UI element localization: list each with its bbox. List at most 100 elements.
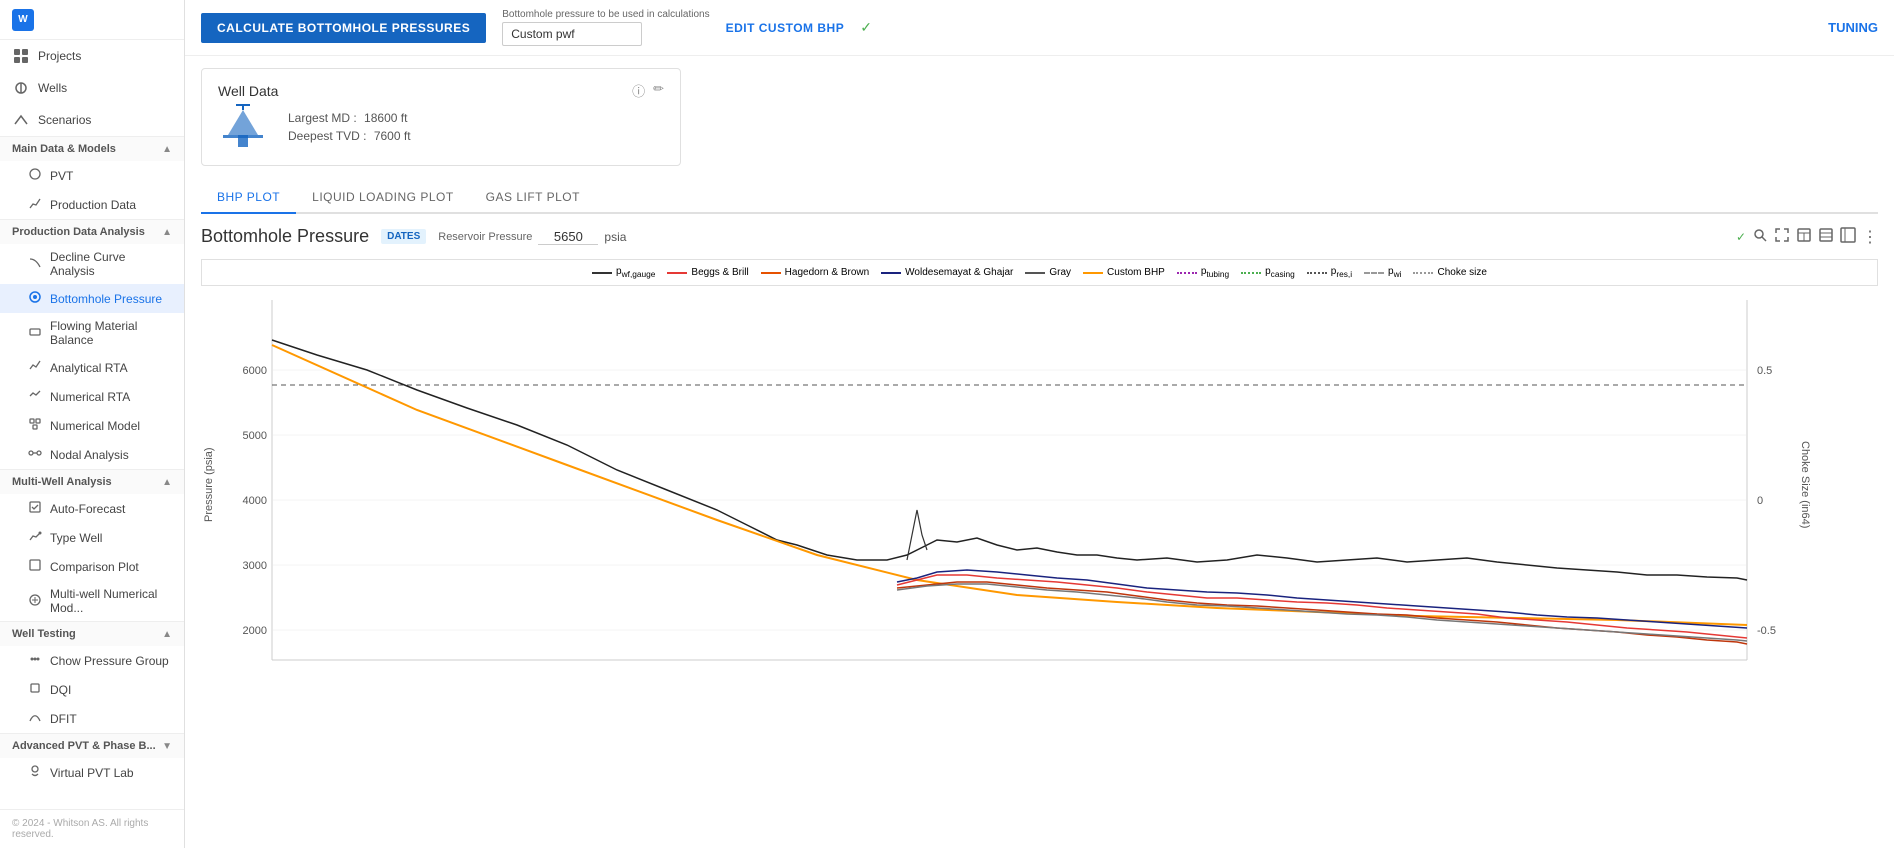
- svg-text:0.5: 0.5: [1757, 365, 1772, 377]
- sidebar-item-pvt[interactable]: PVT: [0, 161, 184, 190]
- line-spike: [907, 510, 927, 560]
- bhp-select-label: Bottomhole pressure to be used in calcul…: [502, 9, 709, 20]
- expand-icon[interactable]: [1840, 227, 1856, 246]
- sidebar-item-production-data[interactable]: Production Data: [0, 190, 184, 219]
- sidebar-item-bottomhole-pressure[interactable]: Bottomhole Pressure: [0, 284, 184, 313]
- tab-bhp-plot[interactable]: BHP PLOT: [201, 182, 296, 214]
- sidebar-item-chow-pressure[interactable]: Chow Pressure Group: [0, 646, 184, 675]
- zoom-icon[interactable]: [1752, 227, 1768, 246]
- scenarios-icon: [12, 111, 30, 129]
- chart-toolbar: ✓ ⋮: [1736, 227, 1878, 247]
- tab-gas-lift-plot[interactable]: GAS LIFT PLOT: [470, 182, 596, 214]
- svg-text:2000: 2000: [243, 625, 267, 637]
- well-pump-icon: [218, 100, 268, 153]
- sidebar-item-flowing-material-balance[interactable]: Flowing Material Balance: [0, 313, 184, 353]
- sidebar-item-numerical-model[interactable]: Numerical Model: [0, 411, 184, 440]
- nodal-analysis-icon: [28, 446, 42, 463]
- auto-forecast-icon: [28, 500, 42, 517]
- well-testing-section-header[interactable]: Well Testing ▲: [0, 621, 184, 646]
- legend-pcasing: pcasing: [1241, 266, 1295, 279]
- legend-choke-size: Choke size: [1413, 267, 1486, 278]
- reservoir-pressure-label: Reservoir Pressure: [438, 231, 532, 243]
- sidebar-footer: © 2024 - Whitson AS. All rights reserved…: [0, 809, 184, 848]
- chevron-up-icon-4: ▲: [162, 629, 172, 640]
- svg-text:3000: 3000: [243, 560, 267, 572]
- sidebar-item-projects[interactable]: Projects: [0, 40, 184, 72]
- sidebar-item-decline-curve[interactable]: Decline Curve Analysis: [0, 244, 184, 284]
- sidebar-scenarios-label: Scenarios: [38, 113, 91, 127]
- flowing-material-icon: [28, 325, 42, 342]
- check-toolbar-icon[interactable]: ✓: [1736, 230, 1746, 244]
- pvt-icon: [28, 167, 42, 184]
- table-icon-2[interactable]: [1818, 227, 1834, 246]
- legend-pwf-gauge: pwf,gauge: [592, 266, 655, 279]
- sidebar-item-scenarios[interactable]: Scenarios: [0, 104, 184, 136]
- plot-tabs: BHP PLOT LIQUID LOADING PLOT GAS LIFT PL…: [201, 182, 1878, 214]
- sidebar-projects-label: Projects: [38, 49, 81, 63]
- reservoir-pressure-unit: psia: [604, 230, 626, 244]
- tab-liquid-loading-plot[interactable]: LIQUID LOADING PLOT: [296, 182, 470, 214]
- main-data-section-header[interactable]: Main Data & Models ▲: [0, 136, 184, 161]
- svg-text:0: 0: [1757, 495, 1763, 507]
- well-data-title: Well Data: [218, 83, 278, 99]
- sidebar-item-virtual-pvt[interactable]: Virtual PVT Lab: [0, 758, 184, 787]
- sidebar-item-dfit[interactable]: DFIT: [0, 704, 184, 733]
- svg-text:-0.5: -0.5: [1757, 625, 1776, 637]
- resize-icon[interactable]: [1774, 227, 1790, 246]
- type-well-icon: [28, 529, 42, 546]
- chevron-up-icon: ▲: [162, 144, 172, 155]
- line-gray: [897, 584, 1747, 641]
- bhp-section: Bottomhole Pressure DATES Reservoir Pres…: [201, 226, 1878, 680]
- wells-icon: [12, 79, 30, 97]
- sidebar-item-nodal-analysis[interactable]: Nodal Analysis: [0, 440, 184, 469]
- edit-custom-bhp-button[interactable]: EDIT CUSTOM BHP: [726, 21, 845, 35]
- sidebar-item-wells[interactable]: Wells: [0, 72, 184, 104]
- chevron-down-icon: ▼: [162, 741, 172, 752]
- sidebar-logo: W: [0, 0, 184, 40]
- table-icon-1[interactable]: [1796, 227, 1812, 246]
- app-logo-icon: W: [12, 9, 34, 31]
- sidebar-item-multi-well-numerical[interactable]: Multi-well Numerical Mod...: [0, 581, 184, 621]
- well-data-card: Well Data ⓘ ✏: [201, 68, 681, 166]
- edit-icon[interactable]: ✏: [653, 81, 664, 100]
- decline-curve-icon: [28, 256, 42, 273]
- analytical-rta-icon: [28, 359, 42, 376]
- legend-hagedorn-brown: Hagedorn & Brown: [761, 267, 870, 278]
- legend-custom-bhp: Custom BHP: [1083, 267, 1165, 278]
- bhp-select-wrapper: Custom pwf: [502, 22, 709, 46]
- dates-badge[interactable]: DATES: [381, 229, 426, 244]
- largest-md: Largest MD : 18600 ft: [288, 111, 411, 125]
- chart-legend: pwf,gauge Beggs & Brill Hagedorn & Brown…: [201, 259, 1878, 286]
- bhp-title-row: Bottomhole Pressure DATES Reservoir Pres…: [201, 226, 1878, 247]
- production-data-analysis-section-header[interactable]: Production Data Analysis ▲: [0, 219, 184, 244]
- sidebar-item-dqi[interactable]: DQI: [0, 675, 184, 704]
- multi-well-numerical-icon: [28, 593, 42, 610]
- virtual-pvt-icon: [28, 764, 42, 781]
- sidebar-item-analytical-rta[interactable]: Analytical RTA: [0, 353, 184, 382]
- advanced-pvt-section-header[interactable]: Advanced PVT & Phase B... ▼: [0, 733, 184, 758]
- bhp-section-title: Bottomhole Pressure: [201, 226, 369, 247]
- sidebar-item-auto-forecast[interactable]: Auto-Forecast: [0, 494, 184, 523]
- sidebar-item-numerical-rta[interactable]: Numerical RTA: [0, 382, 184, 411]
- chart-wrapper: Pressure (psia): [201, 290, 1878, 680]
- line-woldesemayat: [897, 570, 1747, 628]
- sidebar-item-comparison-plot[interactable]: Comparison Plot: [0, 552, 184, 581]
- legend-ptubing: ptubing: [1177, 266, 1229, 279]
- sidebar-item-type-well[interactable]: Type Well: [0, 523, 184, 552]
- chart-svg: 6000 5000 4000 3000 2000 0.5 0 -0.5: [217, 290, 1797, 680]
- deepest-tvd: Deepest TVD : 7600 ft: [288, 129, 411, 143]
- legend-woldesemayat-ghajar: Woldesemayat & Ghajar: [881, 267, 1013, 278]
- more-options-icon[interactable]: ⋮: [1862, 227, 1878, 247]
- projects-icon: [12, 47, 30, 65]
- main-content: CALCULATE BOTTOMHOLE PRESSURES Bottomhol…: [185, 0, 1894, 848]
- tuning-button[interactable]: TUNING: [1828, 20, 1878, 35]
- calculate-bhp-button[interactable]: CALCULATE BOTTOMHOLE PRESSURES: [201, 13, 486, 43]
- sidebar-wells-label: Wells: [38, 81, 67, 95]
- well-stats: Largest MD : 18600 ft Deepest TVD : 7600…: [288, 111, 411, 143]
- info-icon[interactable]: ⓘ: [632, 81, 645, 100]
- production-data-icon: [28, 196, 42, 213]
- multi-well-section-header[interactable]: Multi-Well Analysis ▲: [0, 469, 184, 494]
- svg-text:5000: 5000: [243, 430, 267, 442]
- reservoir-pressure-input[interactable]: [538, 229, 598, 245]
- bhp-dropdown[interactable]: Custom pwf: [502, 22, 642, 46]
